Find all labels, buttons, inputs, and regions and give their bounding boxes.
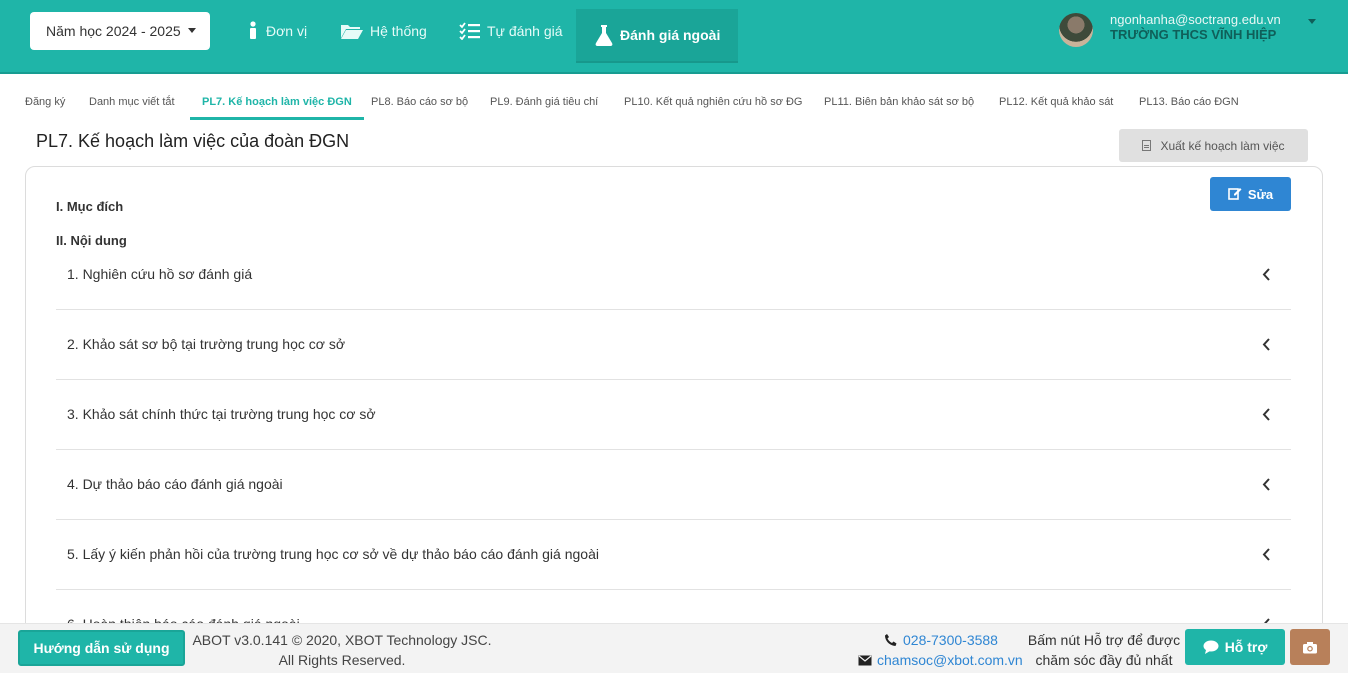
email-link[interactable]: chamsoc@xbot.com.vn	[877, 650, 1023, 670]
copyright-line: ABOT v3.0.141 © 2020, XBOT Technology JS…	[192, 632, 492, 648]
support-label: Hỗ trợ	[1224, 639, 1268, 655]
nav-label: Đánh giá ngoài	[620, 27, 721, 43]
chevron-left-icon[interactable]	[1262, 268, 1271, 286]
phone-icon	[884, 633, 898, 647]
chevron-down-icon[interactable]	[1308, 19, 1316, 24]
tab-pl10[interactable]: PL10. Kết quả nghiên cứu hồ sơ ĐG	[624, 88, 802, 120]
chevron-left-icon[interactable]	[1262, 478, 1271, 496]
edit-button[interactable]: Sửa	[1210, 177, 1291, 211]
list-item[interactable]: 5. Lấy ý kiến phản hồi của trường trung …	[56, 520, 1291, 590]
camera-icon	[1302, 641, 1318, 654]
plan-card: Sửa I. Mục đích II. Nội dung 1. Nghiên c…	[25, 166, 1323, 636]
chevron-left-icon[interactable]	[1262, 548, 1271, 566]
contact-info: 028-7300-3588 chamsoc@xbot.com.vn	[858, 630, 1023, 670]
nav-he-thong[interactable]: Hệ thống	[340, 10, 427, 52]
tab-pl11[interactable]: PL11. Biên bản khảo sát sơ bộ	[824, 88, 974, 120]
export-plan-label: Xuất kế hoạch làm việc	[1160, 138, 1285, 153]
list-item-label: 2. Khảo sát sơ bộ tại trường trung học c…	[67, 336, 346, 352]
nav-label: Hệ thống	[370, 23, 427, 39]
nav-danh-gia-ngoai[interactable]: Đánh giá ngoài	[576, 9, 739, 61]
tab-pl12[interactable]: PL12. Kết quả khảo sát	[999, 88, 1113, 120]
tab-danh-muc-viet-tat[interactable]: Danh mục viết tắt	[89, 88, 175, 120]
nav-label: Đơn vị	[266, 23, 308, 39]
nav-don-vi[interactable]: Đơn vị	[246, 10, 307, 52]
avatar[interactable]	[1059, 13, 1093, 47]
list-item-label: 1. Nghiên cứu hồ sơ đánh giá	[67, 266, 253, 282]
folder-icon	[340, 22, 364, 40]
list-item[interactable]: 4. Dự thảo báo cáo đánh giá ngoài	[56, 450, 1291, 520]
footer-bar: Hướng dẫn sử dụng ABOT v3.0.141 © 2020, …	[0, 623, 1348, 673]
top-navbar: Năm học 2024 - 2025 Đơn vị Hệ thống Tự đ…	[0, 0, 1348, 74]
edit-label: Sửa	[1247, 186, 1274, 202]
copyright: ABOT v3.0.141 © 2020, XBOT Technology JS…	[192, 630, 492, 670]
chevron-down-icon	[188, 28, 196, 33]
page-title: PL7. Kế hoạch làm việc của đoàn ĐGN	[36, 131, 350, 151]
flask-icon	[594, 24, 614, 46]
phone-link[interactable]: 028-7300-3588	[903, 630, 998, 650]
list-item-label: 4. Dự thảo báo cáo đánh giá ngoài	[67, 476, 283, 492]
user-school[interactable]: TRƯỜNG THCS VĨNH HIỆP	[1110, 27, 1276, 42]
export-plan-button[interactable]: Xuất kế hoạch làm việc	[1119, 129, 1308, 162]
tab-pl9[interactable]: PL9. Đánh giá tiêu chí	[490, 88, 598, 120]
document-icon	[1142, 140, 1152, 151]
screenshot-button[interactable]	[1290, 629, 1330, 665]
tab-pl7[interactable]: PL7. Kế hoạch làm việc ĐGN	[190, 88, 364, 120]
chat-icon	[1203, 640, 1219, 654]
list-item[interactable]: 3. Khảo sát chính thức tại trường trung …	[56, 380, 1291, 450]
nav-label: Tự đánh giá	[487, 23, 563, 39]
list-item-label: 5. Lấy ý kiến phản hồi của trường trung …	[67, 546, 599, 562]
user-guide-button[interactable]: Hướng dẫn sử dụng	[18, 630, 185, 666]
subtab-bar: Đăng ký Danh mục viết tắt PL7. Kế hoạch …	[0, 88, 1348, 120]
tab-pl13[interactable]: PL13. Báo cáo ĐGN	[1139, 88, 1239, 120]
support-button[interactable]: Hỗ trợ	[1185, 629, 1285, 665]
school-year-value: Năm học 2024 - 2025	[46, 23, 181, 39]
user-email[interactable]: ngonhanha@soctrang.edu.vn	[1110, 12, 1281, 27]
section-muc-dich: I. Mục đích	[56, 199, 124, 214]
list-item[interactable]: 1. Nghiên cứu hồ sơ đánh giá	[56, 240, 1291, 310]
envelope-icon	[858, 655, 872, 666]
list-item[interactable]: 2. Khảo sát sơ bộ tại trường trung học c…	[56, 310, 1291, 380]
school-year-select[interactable]: Năm học 2024 - 2025	[30, 12, 210, 50]
support-note: Bấm nút Hỗ trợ để được chăm sóc đầy đủ n…	[1027, 632, 1181, 668]
edit-icon	[1228, 186, 1242, 203]
info-icon	[246, 21, 260, 41]
copyright-line: All Rights Reserved.	[278, 652, 406, 668]
nav-tu-danh-gia[interactable]: Tự đánh giá	[459, 10, 563, 52]
checklist-icon	[459, 22, 481, 40]
chevron-left-icon[interactable]	[1262, 408, 1271, 426]
list-item-label: 3. Khảo sát chính thức tại trường trung …	[67, 406, 376, 422]
chevron-left-icon[interactable]	[1262, 338, 1271, 356]
tab-pl8[interactable]: PL8. Báo cáo sơ bộ	[371, 88, 468, 120]
tab-dang-ky[interactable]: Đăng ký	[25, 88, 65, 120]
